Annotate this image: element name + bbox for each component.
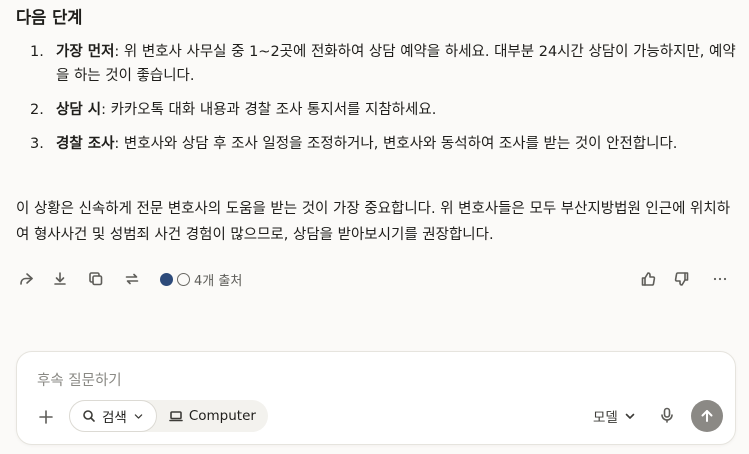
more-icon[interactable] [710,268,730,290]
follow-up-composer: 검색 Computer 모델 [16,351,736,445]
search-mode-label: 검색 [102,410,127,426]
list-item: 1. 가장 먼저: 위 변호사 사무실 중 1~2곳에 전화하여 상담 예약을 하… [16,40,736,88]
retry-icon[interactable] [122,268,142,290]
computer-mode-label: Computer [188,408,256,424]
step-title: 가장 먼저 [56,44,115,60]
step-text: : 위 변호사 사무실 중 1~2곳에 전화하여 상담 예약을 하세요. 대부분… [56,44,736,84]
follow-up-input[interactable] [37,370,677,392]
thumbs-up-icon[interactable] [638,268,658,290]
thumbs-down-icon[interactable] [672,268,692,290]
list-item: 3. 경찰 조사: 변호사와 상담 후 조사 일정을 조정하거나, 변호사와 동석… [16,132,736,156]
arrow-up-icon [701,410,713,422]
list-item: 2. 상담 시: 카카오톡 대화 내용과 경찰 조사 통지서를 지참하세요. [16,98,736,122]
share-icon[interactable] [16,268,36,290]
step-title: 경찰 조사 [56,136,115,152]
sources-button[interactable]: 4개 출처 [160,268,242,290]
model-label: 모델 [593,410,618,426]
source-favicon-icon [160,272,173,286]
mode-toggle-group: 검색 Computer [69,400,268,432]
answer-paragraph: 이 상황은 신속하게 전문 변호사의 도움을 받는 것이 가장 중요합니다. 위… [16,201,731,243]
download-icon[interactable] [50,268,70,290]
answer-action-bar: 4개 출처 [16,268,734,290]
computer-mode-button[interactable]: Computer [157,400,268,432]
step-number: 1. [30,44,44,60]
globe-icon [177,272,190,286]
add-attachment-icon[interactable] [37,408,55,426]
sources-label: 4개 출처 [194,273,243,289]
next-steps-list: 1. 가장 먼저: 위 변호사 사무실 중 1~2곳에 전화하여 상담 예약을 하… [16,40,736,166]
step-number: 3. [30,136,44,152]
microphone-icon[interactable] [659,407,677,425]
copy-icon[interactable] [86,268,106,290]
computer-icon [169,411,183,422]
search-mode-button[interactable]: 검색 [69,400,157,432]
step-text: : 카카오톡 대화 내용과 경찰 조사 통지서를 지참하세요. [101,102,437,118]
answer-heading: 다음 단계 [16,8,83,27]
chevron-down-icon [134,413,143,419]
step-text: : 변호사와 상담 후 조사 일정을 조정하거나, 변호사와 동석하여 조사를 … [114,136,678,152]
step-number: 2. [30,102,44,118]
model-selector[interactable]: 모델 [593,407,636,426]
chevron-down-icon [625,413,635,419]
send-button[interactable] [691,400,723,432]
step-title: 상담 시 [56,102,102,118]
search-icon [83,410,95,422]
